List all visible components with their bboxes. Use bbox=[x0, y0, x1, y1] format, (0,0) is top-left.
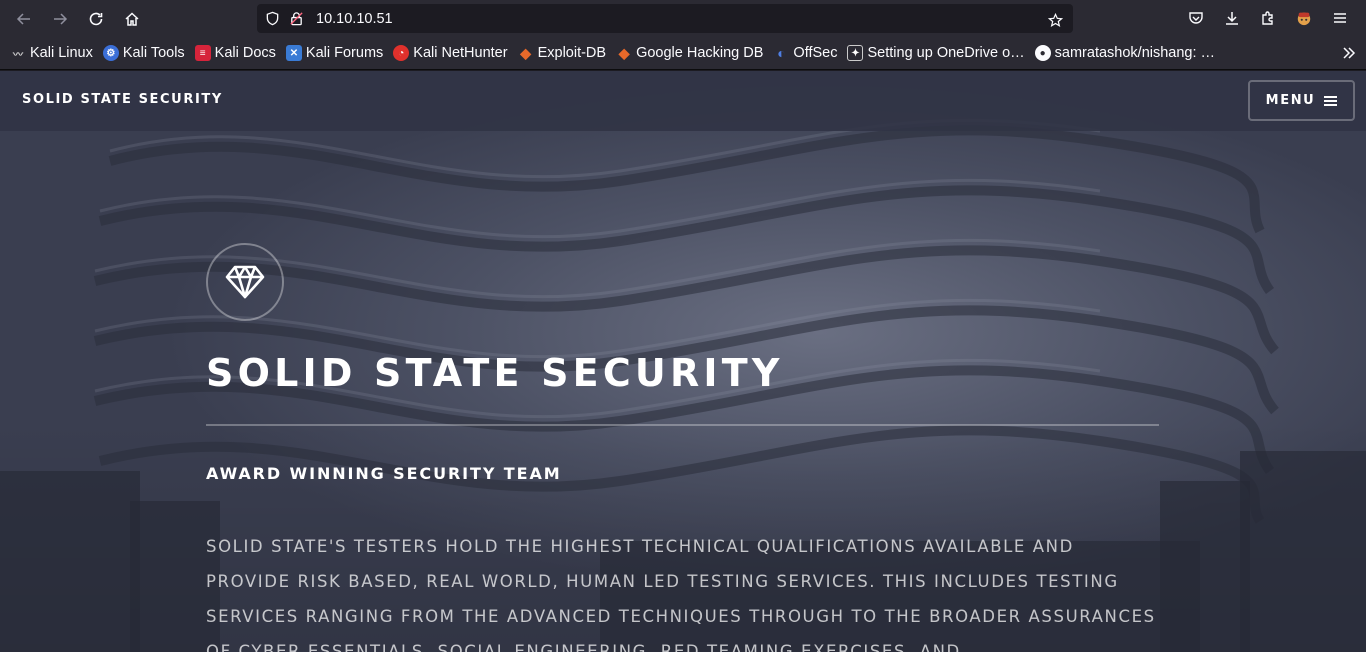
exploit-db-icon: ◆ bbox=[520, 44, 531, 61]
banner-divider bbox=[206, 424, 1159, 426]
profile-extension-button[interactable] bbox=[1286, 3, 1322, 33]
bookmark-nishang[interactable]: ● samratashok/nishang: … bbox=[1034, 45, 1216, 61]
bookmark-onedrive[interactable]: ✦ Setting up OneDrive o… bbox=[847, 45, 1025, 61]
bookmark-kali-nethunter[interactable]: ◔ Kali NetHunter bbox=[393, 45, 508, 61]
extensions-button[interactable] bbox=[1250, 3, 1286, 33]
bookmark-exploit-db[interactable]: ◆ Exploit-DB bbox=[518, 44, 607, 62]
bookmark-label: Exploit-DB bbox=[537, 45, 607, 61]
browser-toolbar: 10.10.10.51 bbox=[0, 0, 1366, 37]
bookmark-label: samratashok/nishang: … bbox=[1054, 45, 1216, 61]
banner-subtitle: AWARD WINNING SECURITY TEAM bbox=[206, 464, 562, 483]
hackbar-avatar-icon bbox=[1297, 12, 1311, 26]
downloads-button[interactable] bbox=[1214, 3, 1250, 33]
github-icon: ● bbox=[1034, 45, 1051, 61]
menu-button[interactable]: MENU bbox=[1248, 80, 1355, 121]
bookmark-label: Kali Forums bbox=[305, 45, 384, 61]
kali-docs-icon: ≡ bbox=[194, 45, 211, 61]
bookmark-label: Google Hacking DB bbox=[636, 45, 764, 61]
arrow-left-icon bbox=[16, 12, 30, 25]
forward-button[interactable] bbox=[42, 4, 78, 34]
site-logo-link[interactable]: SOLID STATE SECURITY bbox=[22, 92, 223, 107]
site-header: SOLID STATE SECURITY MENU bbox=[0, 71, 1366, 131]
menu-hamburger-icon bbox=[1324, 94, 1338, 108]
url-text: 10.10.10.51 bbox=[316, 10, 393, 27]
banner-description: Solid State's testers hold the highest t… bbox=[206, 537, 1156, 652]
bookmark-star-icon[interactable] bbox=[1043, 8, 1067, 32]
hamburger-icon bbox=[1334, 13, 1346, 23]
reload-icon bbox=[89, 12, 103, 25]
pocket-button[interactable] bbox=[1178, 3, 1214, 33]
kali-forums-icon: ✕ bbox=[285, 45, 302, 61]
web-page: SOLID STATE SECURITY MENU SOLID STATE SE… bbox=[0, 71, 1366, 652]
menu-label: MENU bbox=[1265, 93, 1316, 108]
bookmark-label: OffSec bbox=[793, 45, 838, 61]
onedrive-doc-icon: ✦ bbox=[847, 45, 864, 61]
bookmark-ghdb[interactable]: ◆ Google Hacking DB bbox=[616, 44, 764, 62]
download-icon bbox=[1226, 12, 1238, 25]
bookmark-offsec[interactable]: ◐ OffSec bbox=[773, 45, 837, 61]
kali-nethunter-icon: ◔ bbox=[393, 45, 410, 61]
url-bar[interactable]: 10.10.10.51 bbox=[257, 4, 1073, 33]
bookmark-label: Kali Docs bbox=[214, 45, 276, 61]
bookmark-kali-docs[interactable]: ≡ Kali Docs bbox=[194, 45, 276, 61]
bookmark-label: Kali Tools bbox=[122, 45, 185, 61]
home-icon bbox=[125, 11, 139, 26]
banner-title: SOLID STATE SECURITY bbox=[206, 351, 784, 395]
back-button[interactable] bbox=[6, 4, 42, 34]
offsec-icon: ◐ bbox=[777, 45, 786, 61]
bookmark-label: Kali Linux bbox=[30, 45, 93, 61]
bookmarks-toolbar: 〰 Kali Linux ⚙ Kali Tools ≡ Kali Docs ✕ … bbox=[0, 37, 1366, 70]
bookmark-label: Kali NetHunter bbox=[413, 45, 508, 61]
ghdb-icon: ◆ bbox=[618, 44, 630, 61]
bookmark-kali-tools[interactable]: ⚙ Kali Tools bbox=[102, 45, 185, 61]
shield-icon[interactable] bbox=[260, 7, 284, 31]
app-menu-button[interactable] bbox=[1322, 3, 1358, 33]
pocket-icon bbox=[1189, 12, 1203, 24]
bookmark-kali-linux[interactable]: 〰 Kali Linux bbox=[10, 45, 93, 61]
bookmark-label: Setting up OneDrive o… bbox=[867, 45, 1025, 61]
diamond-icon bbox=[206, 243, 284, 321]
kali-tools-icon: ⚙ bbox=[102, 45, 119, 61]
insecure-lock-icon[interactable] bbox=[284, 7, 308, 31]
puzzle-icon bbox=[1262, 11, 1273, 25]
toolbar-right-tools bbox=[1178, 3, 1358, 33]
bookmarks-overflow-icon[interactable] bbox=[1342, 45, 1356, 64]
home-button[interactable] bbox=[114, 4, 150, 34]
reload-button[interactable] bbox=[78, 4, 114, 34]
bookmark-kali-forums[interactable]: ✕ Kali Forums bbox=[285, 45, 384, 61]
arrow-right-icon bbox=[54, 12, 68, 25]
kali-dragon-icon: 〰 bbox=[13, 49, 23, 61]
